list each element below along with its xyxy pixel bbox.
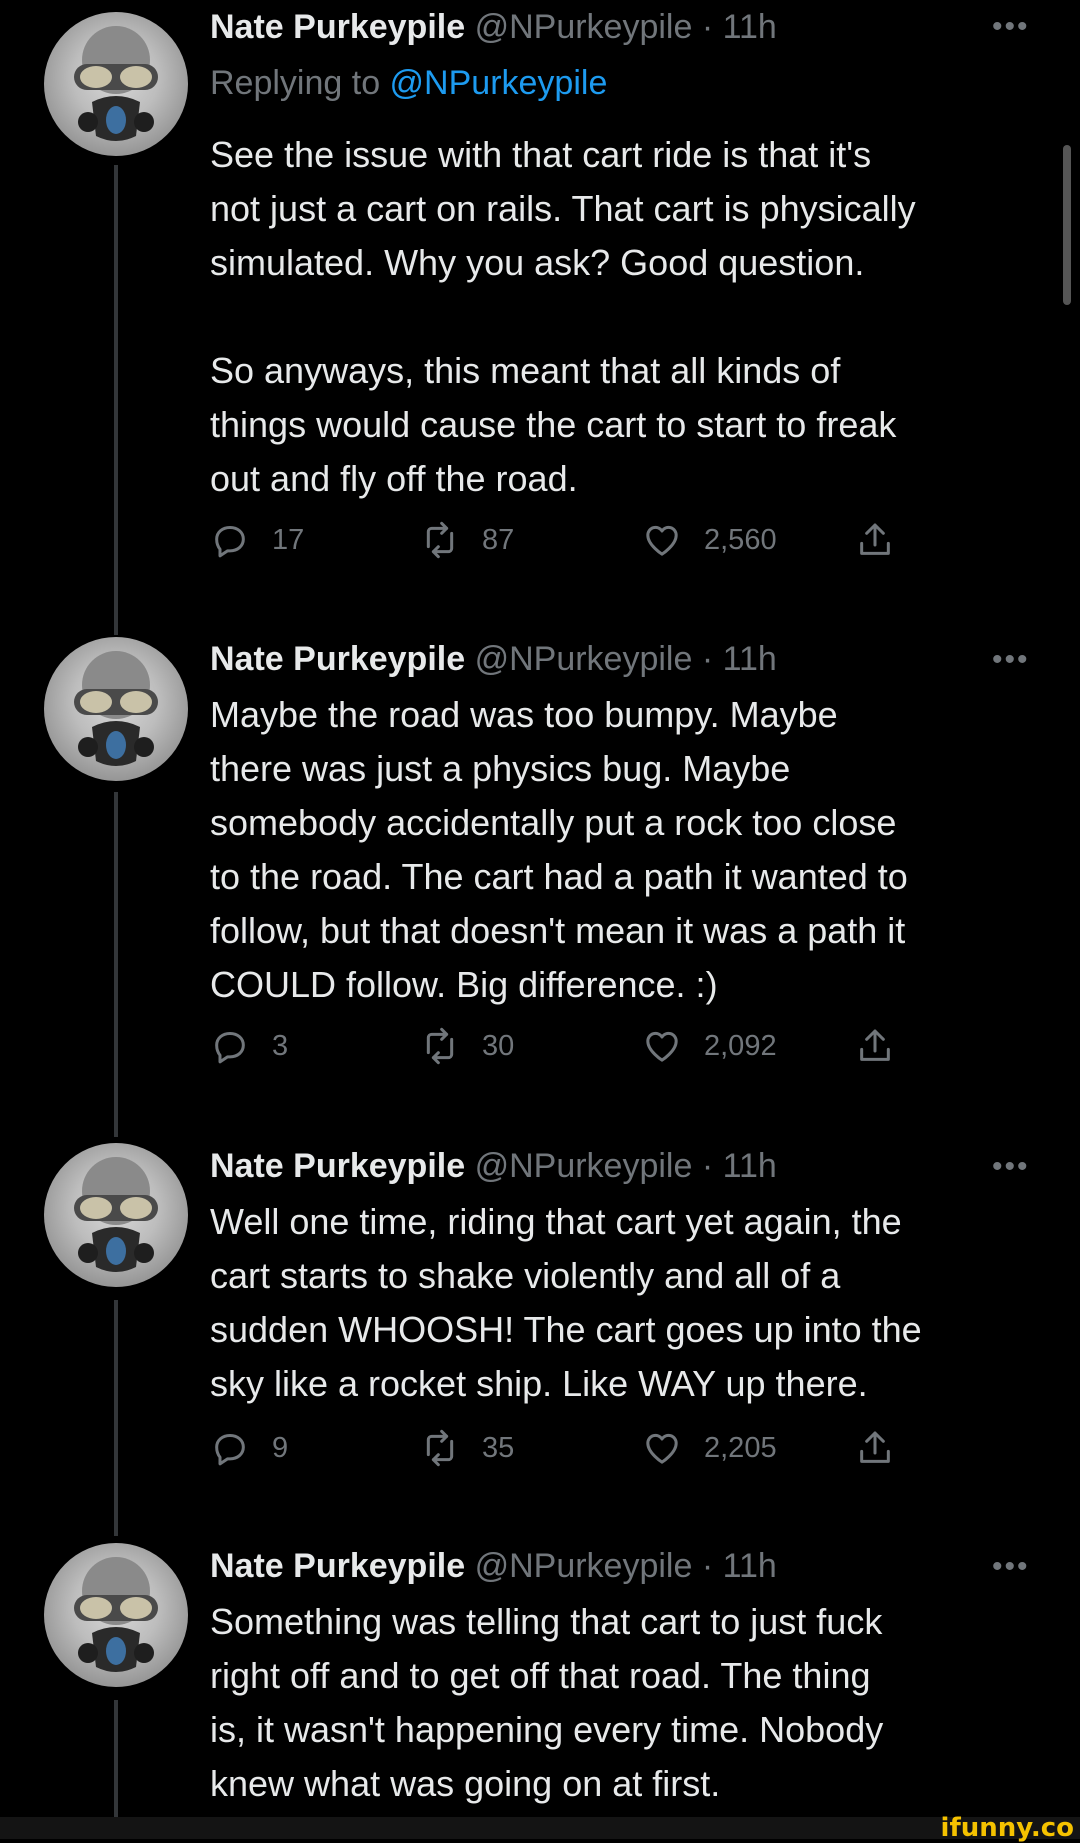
like-count: 2,205 xyxy=(704,1431,777,1464)
replying-to-label: Replying to xyxy=(210,64,390,102)
timestamp[interactable]: 11h xyxy=(723,1147,777,1185)
timestamp[interactable]: 11h xyxy=(723,640,777,678)
more-icon[interactable]: ••• xyxy=(992,10,1030,44)
scrollbar[interactable] xyxy=(1063,145,1071,305)
thread-line xyxy=(114,1300,118,1536)
retweet-button[interactable]: 30 xyxy=(420,1026,514,1066)
author-handle[interactable]: @NPurkeypile xyxy=(475,640,693,678)
retweet-count: 87 xyxy=(482,523,515,556)
reply-count: 9 xyxy=(272,1431,289,1464)
action-bar: 9 35 2,205 xyxy=(210,1428,910,1478)
share-button[interactable] xyxy=(855,1026,917,1066)
separator-dot: · xyxy=(701,1147,714,1185)
share-button[interactable] xyxy=(855,520,917,560)
retweet-count: 35 xyxy=(482,1431,515,1464)
like-icon xyxy=(646,525,678,556)
author-name[interactable]: Nate Purkeypile xyxy=(210,1147,465,1185)
separator-dot: · xyxy=(701,640,714,678)
tweet-header: Nate Purkeypile @NPurkeypile · 11h xyxy=(210,6,777,48)
tweet-text: Something was telling that cart to just … xyxy=(210,1601,884,1804)
like-button[interactable]: 2,205 xyxy=(642,1428,777,1468)
author-handle[interactable]: @NPurkeypile xyxy=(475,1147,693,1185)
retweet-icon xyxy=(426,521,454,559)
timestamp[interactable]: 11h xyxy=(723,1547,777,1585)
action-bar: 3 30 2,092 xyxy=(210,1026,910,1076)
share-icon xyxy=(860,1431,890,1463)
separator-dot: · xyxy=(701,1547,714,1585)
replying-to: Replying to @NPurkeypile xyxy=(210,62,607,104)
more-icon[interactable]: ••• xyxy=(992,643,1030,677)
retweet-count: 30 xyxy=(482,1029,515,1062)
reply-count: 3 xyxy=(272,1029,289,1062)
like-icon xyxy=(646,1031,678,1062)
like-count: 2,092 xyxy=(704,1029,777,1062)
retweet-icon xyxy=(426,1429,454,1467)
tweet-header: Nate Purkeypile @NPurkeypile · 11h xyxy=(210,638,777,680)
separator-dot: · xyxy=(701,8,714,46)
author-name[interactable]: Nate Purkeypile xyxy=(210,1547,465,1585)
thread-line xyxy=(114,165,118,635)
retweet-button[interactable]: 87 xyxy=(420,520,514,560)
avatar[interactable] xyxy=(44,1543,188,1687)
avatar[interactable] xyxy=(44,637,188,781)
timestamp[interactable]: 11h xyxy=(723,8,777,46)
reply-button[interactable]: 9 xyxy=(210,1428,288,1468)
retweet-icon xyxy=(426,1027,454,1065)
more-icon[interactable]: ••• xyxy=(992,1550,1030,1584)
reply-count: 17 xyxy=(272,523,305,556)
tweet-header: Nate Purkeypile @NPurkeypile · 11h xyxy=(210,1545,777,1587)
footer-strip xyxy=(0,1817,1080,1839)
reply-icon xyxy=(215,526,245,558)
thread-line xyxy=(114,1700,118,1817)
replying-to-handle[interactable]: @NPurkeypile xyxy=(390,64,608,102)
avatar[interactable] xyxy=(44,1143,188,1287)
tweet-text: Maybe the road was too bumpy. Maybe ther… xyxy=(210,694,908,1005)
like-count: 2,560 xyxy=(704,523,777,556)
like-button[interactable]: 2,092 xyxy=(642,1026,777,1066)
author-name[interactable]: Nate Purkeypile xyxy=(210,8,465,46)
like-button[interactable]: 2,560 xyxy=(642,520,777,560)
tweet-text: See the issue with that cart ride is tha… xyxy=(210,134,916,499)
share-button[interactable] xyxy=(855,1428,917,1468)
reply-icon xyxy=(215,1032,245,1064)
share-icon xyxy=(860,1029,890,1061)
retweet-button[interactable]: 35 xyxy=(420,1428,514,1468)
tweet-text: Well one time, riding that cart yet agai… xyxy=(210,1201,922,1404)
like-icon xyxy=(646,1433,678,1464)
author-name[interactable]: Nate Purkeypile xyxy=(210,640,465,678)
tweet-header: Nate Purkeypile @NPurkeypile · 11h xyxy=(210,1145,777,1187)
thread-line xyxy=(114,792,118,1137)
reply-button[interactable]: 3 xyxy=(210,1026,288,1066)
more-icon[interactable]: ••• xyxy=(992,1150,1030,1184)
reply-button[interactable]: 17 xyxy=(210,520,304,560)
author-handle[interactable]: @NPurkeypile xyxy=(475,8,693,46)
action-bar: 17 87 2,560 xyxy=(210,520,910,570)
author-handle[interactable]: @NPurkeypile xyxy=(475,1547,693,1585)
share-icon xyxy=(860,523,890,555)
reply-icon xyxy=(215,1434,245,1466)
avatar[interactable] xyxy=(44,12,188,156)
